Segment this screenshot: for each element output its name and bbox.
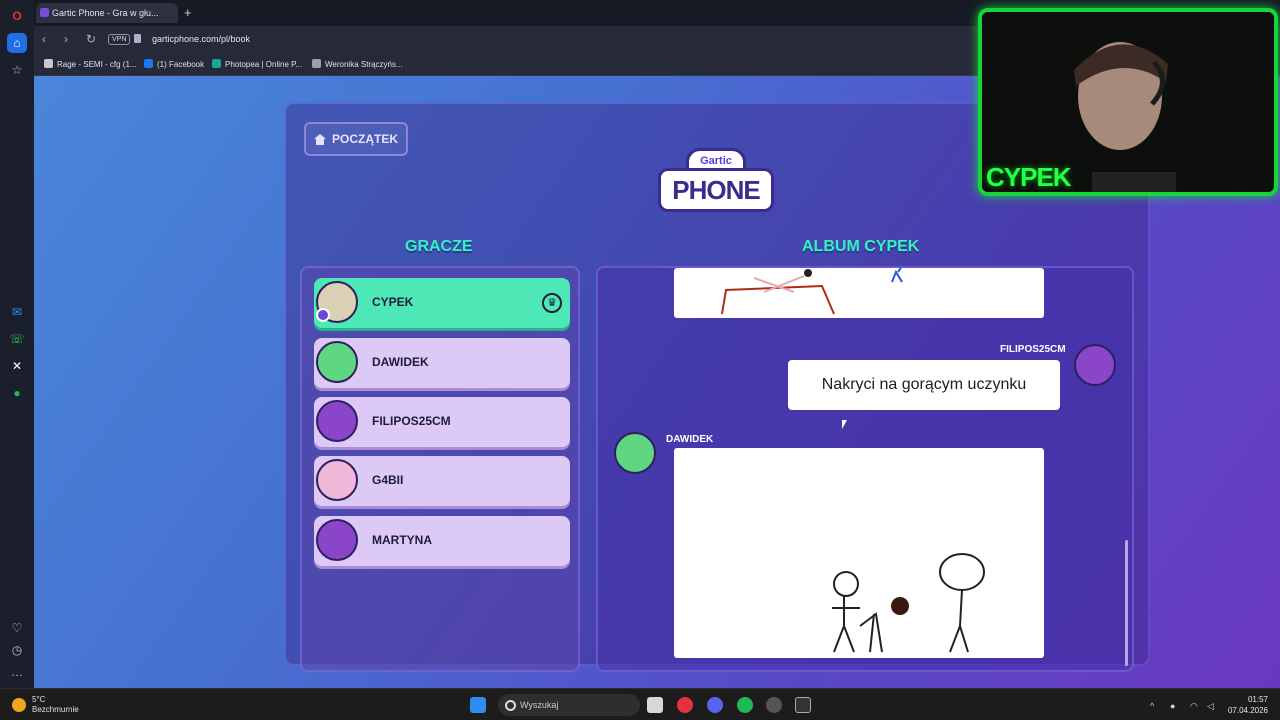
- browser-sidebar: O ⌂ ☆ ✉ ☏ ✕ ● ♡ ◷ …: [0, 0, 34, 688]
- weather-moon-icon: [12, 698, 26, 712]
- player-martyna[interactable]: MARTYNA: [314, 516, 570, 566]
- microphone-icon[interactable]: ●: [1170, 701, 1175, 711]
- chevron-up-icon[interactable]: ^: [1150, 701, 1154, 711]
- taskbar: 5°C Bezchmurnie Wyszukaj ^ ● ◠ ◁ 01:57 0…: [0, 688, 1280, 720]
- players-list: CYPEK ♛ DAWIDEK FILIPOS25CM G4BII MARTYN…: [300, 266, 580, 672]
- webcam-overlay: CYPEK: [978, 8, 1278, 196]
- wifi-icon[interactable]: ◠: [1190, 701, 1198, 712]
- opera-logo-icon[interactable]: O: [7, 6, 27, 26]
- bird-avatar-icon: [316, 400, 358, 442]
- url-field[interactable]: garticphone.com/pl/book: [152, 34, 250, 44]
- more-icon[interactable]: …: [7, 662, 27, 682]
- tab-title: Gartic Phone - Gra w głu...: [52, 8, 159, 18]
- house-icon: [314, 133, 326, 145]
- system-clock[interactable]: 01:57 07.04.2026: [1228, 694, 1268, 716]
- tab-gartic-phone[interactable]: Gartic Phone - Gra w głu...: [36, 3, 178, 23]
- player-cypek[interactable]: CYPEK ♛: [314, 278, 570, 328]
- crown-icon: ♛: [542, 293, 562, 313]
- album-scrollbar[interactable]: [1125, 540, 1128, 666]
- bookmark-photopea[interactable]: Photopea | Online P...: [212, 59, 302, 69]
- bird-avatar-icon: [316, 519, 358, 561]
- home-button[interactable]: POCZĄTEK: [304, 122, 408, 156]
- caption-bubble: Nakryci na gorącym uczynku: [788, 360, 1060, 410]
- alien-avatar-icon: [316, 341, 358, 383]
- messenger-icon[interactable]: ✉: [7, 302, 27, 322]
- bird-avatar-icon: [1074, 344, 1116, 386]
- bookmark-facebook[interactable]: (1) Facebook: [144, 59, 204, 69]
- back-arrow-icon[interactable]: ‹: [42, 32, 46, 46]
- epic-games-icon[interactable]: [795, 697, 811, 713]
- drawing-card-previous: [674, 268, 1044, 318]
- taskbar-search[interactable]: Wyszukaj: [498, 694, 640, 716]
- album-title: ALBUM CYPEK: [802, 238, 920, 255]
- bookmark-icon: [312, 59, 321, 68]
- entry-author: DAWIDEK: [666, 434, 714, 445]
- reload-icon[interactable]: ↻: [86, 32, 96, 46]
- drawing-card: [674, 448, 1044, 658]
- home-icon[interactable]: ⌂: [7, 33, 27, 53]
- gartic-phone-logo: Gartic PHONE: [658, 148, 774, 218]
- bookmark-rage[interactable]: Rage - SEMI - cfg (1...: [44, 59, 137, 69]
- facebook-icon: [144, 59, 153, 68]
- lock-icon[interactable]: [134, 34, 141, 43]
- history-icon[interactable]: ◷: [7, 640, 27, 660]
- player-dawidek[interactable]: DAWIDEK: [314, 338, 570, 388]
- speaker-icon[interactable]: ◁: [1207, 701, 1214, 712]
- players-title: GRACZE: [405, 238, 473, 255]
- drawing-stick-figures: [832, 553, 985, 653]
- discord-icon[interactable]: [707, 697, 723, 713]
- forward-arrow-icon[interactable]: ›: [64, 32, 68, 46]
- gartic-favicon-icon: [40, 8, 49, 17]
- start-button-icon[interactable]: [470, 697, 486, 713]
- opera-taskbar-icon[interactable]: [677, 697, 693, 713]
- bookmark-weronika[interactable]: Weronika Strączyńs...: [312, 59, 403, 69]
- new-tab-button[interactable]: +: [184, 5, 192, 20]
- weather-widget[interactable]: 5°C Bezchmurnie: [12, 695, 79, 715]
- player-filipos25cm[interactable]: FILIPOS25CM: [314, 397, 570, 447]
- bookmark-icon: [44, 59, 53, 68]
- vpn-badge[interactable]: VPN: [108, 34, 131, 45]
- webcam-name: CYPEK: [986, 162, 1072, 192]
- entry-author: FILIPOS25CM: [1000, 344, 1066, 355]
- album-feed: FILIPOS25CM Nakryci na gorącym uczynku D…: [596, 266, 1134, 672]
- user-icon: [316, 308, 330, 322]
- star-icon[interactable]: ☆: [7, 60, 27, 80]
- x-icon[interactable]: ✕: [7, 356, 27, 376]
- spotify-taskbar-icon[interactable]: [737, 697, 753, 713]
- drawing-previous: [721, 268, 903, 315]
- file-explorer-icon[interactable]: [647, 697, 663, 713]
- mouse-cursor-icon: [842, 420, 847, 429]
- whatsapp-icon[interactable]: ☏: [7, 329, 27, 349]
- app-icon[interactable]: [766, 697, 782, 713]
- alien-avatar-icon: [614, 432, 656, 474]
- player-g4bii[interactable]: G4BII: [314, 456, 570, 506]
- heart-icon[interactable]: ♡: [7, 618, 27, 638]
- unicorn-avatar-icon: [316, 459, 358, 501]
- spotify-icon[interactable]: ●: [7, 383, 27, 403]
- photopea-icon: [212, 59, 221, 68]
